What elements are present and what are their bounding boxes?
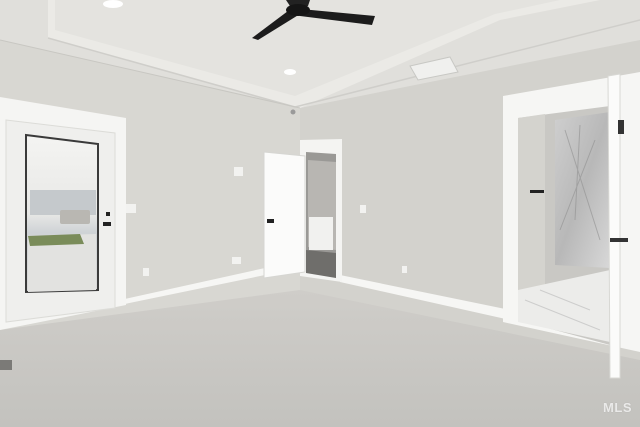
outlet xyxy=(232,257,241,264)
hallway-door xyxy=(263,139,342,282)
outlet xyxy=(143,268,149,276)
recessed-light xyxy=(103,0,123,8)
mls-watermark: MLS xyxy=(603,400,632,415)
outlet xyxy=(402,266,407,273)
room-photo: MLS xyxy=(0,0,640,427)
recessed-light xyxy=(284,69,296,75)
room-illustration xyxy=(0,0,640,427)
outlet xyxy=(360,205,366,213)
floor-vent xyxy=(0,360,12,370)
door-handle xyxy=(610,238,628,242)
light-switch xyxy=(126,204,136,213)
door-handle xyxy=(103,222,111,226)
patio-door xyxy=(0,97,126,330)
smoke-detector xyxy=(290,109,296,115)
door-handle xyxy=(267,219,274,223)
light-switch xyxy=(234,167,243,176)
